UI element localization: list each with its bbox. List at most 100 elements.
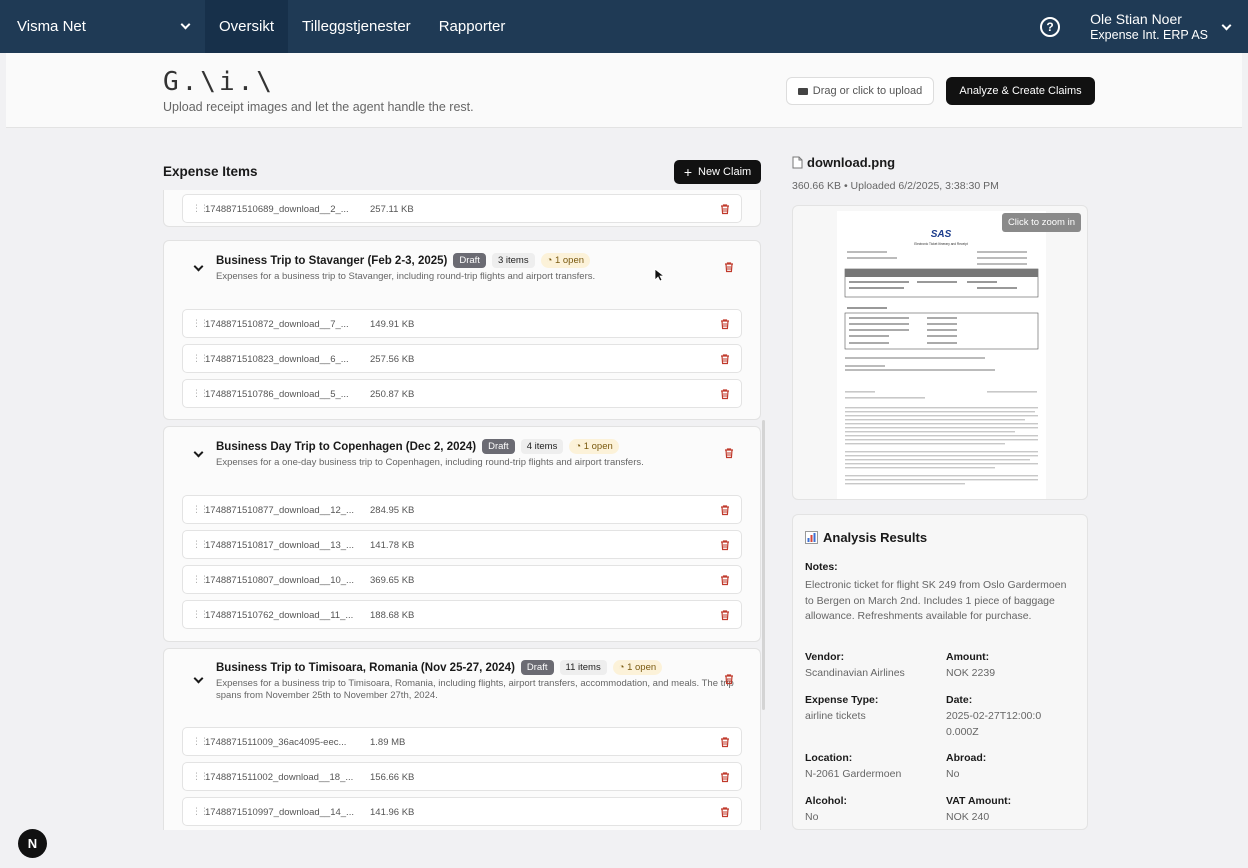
- open-count-badge: ◔ 1 open: [540, 253, 591, 268]
- trash-icon[interactable]: [719, 539, 731, 551]
- claim-title-row: Business Trip to Stavanger (Feb 2-3, 202…: [216, 253, 591, 268]
- file-row[interactable]: ⋮⋮ 1748871510786_download__5_... 250.87 …: [182, 379, 742, 408]
- chevron-down-icon[interactable]: [1221, 20, 1232, 31]
- status-badge: Draft: [453, 253, 486, 268]
- trash-icon[interactable]: [719, 318, 731, 330]
- company-switcher[interactable]: Visma Net: [0, 0, 205, 53]
- file-size: 369.65 KB: [370, 575, 415, 586]
- scrollbar[interactable]: [762, 420, 765, 710]
- file-row[interactable]: ⋮⋮ 1748871510817_download__13_... 141.78…: [182, 530, 742, 559]
- file-row[interactable]: ⋮⋮ 1748871511002_download__18_... 156.66…: [182, 762, 742, 791]
- open-count: 1 open: [554, 255, 585, 266]
- ungrouped-files: ⋮⋮ 1748871510689_download__2_... 257.11 …: [163, 190, 761, 227]
- analyze-button[interactable]: Analyze & Create Claims: [946, 77, 1095, 105]
- location-label: Location:: [805, 752, 853, 764]
- file-row[interactable]: ⋮⋮ 1748871510877_download__12_... 284.95…: [182, 495, 742, 524]
- date-value: 2025-02-27T12:00:00.000Z: [946, 710, 1042, 738]
- abroad-value: No: [946, 768, 960, 780]
- file-name: 1748871510877_download__12_...: [205, 505, 354, 516]
- chevron-down-icon: [180, 19, 191, 30]
- notes-text: Electronic ticket for flight SK 249 from…: [805, 579, 1067, 622]
- amount-value: NOK 2239: [946, 667, 996, 679]
- alcohol-label: Alcohol:: [805, 795, 847, 807]
- new-claim-button[interactable]: + New Claim: [674, 160, 761, 184]
- claim-title-row: Business Trip to Timisoara, Romania (Nov…: [216, 660, 663, 675]
- zoom-hint[interactable]: Click to zoom in: [1001, 213, 1081, 232]
- file-size: 141.78 KB: [370, 540, 415, 551]
- upload-button[interactable]: Drag or click to upload: [786, 77, 934, 105]
- nextjs-badge[interactable]: N: [18, 829, 47, 858]
- trash-icon[interactable]: [719, 504, 731, 516]
- brand-label: Visma Net: [17, 18, 86, 35]
- items-count-badge: 4 items: [520, 439, 564, 454]
- file-size: 284.95 KB: [370, 505, 415, 516]
- receipt-image[interactable]: SAS Electronic Ticket Itinerary and Rece…: [837, 211, 1046, 499]
- file-size: 188.68 KB: [370, 610, 415, 621]
- trash-icon[interactable]: [719, 806, 731, 818]
- chevron-down-icon[interactable]: [193, 673, 204, 684]
- claim-group-header[interactable]: Business Day Trip to Copenhagen (Dec 2, …: [164, 427, 760, 479]
- vat-label: VAT Amount:: [946, 795, 1012, 807]
- top-nav: Visma Net Oversikt Tilleggstjenester Rap…: [0, 0, 1248, 53]
- file-row[interactable]: ⋮⋮ 1748871510762_download__11_... 188.68…: [182, 600, 742, 629]
- file-row[interactable]: ⋮⋮ 1748871510997_download__14_... 141.96…: [182, 797, 742, 826]
- trash-icon[interactable]: [719, 203, 731, 215]
- file-row[interactable]: ⋮⋮ 1748871510689_download__2_... 257.11 …: [182, 194, 742, 223]
- tagline: Upload receipt images and let the agent …: [163, 100, 474, 114]
- tab-oversikt[interactable]: Oversikt: [205, 0, 289, 53]
- file-name: 1748871510997_download__14_...: [205, 807, 354, 818]
- preview-file-meta: 360.66 KB • Uploaded 6/2/2025, 3:38:30 P…: [792, 180, 999, 192]
- vat-value: NOK 240: [946, 811, 990, 823]
- receipt-drawing: SAS Electronic Ticket Itinerary and Rece…: [844, 229, 1039, 485]
- file-name: 1748871510786_download__5_...: [205, 389, 349, 400]
- analysis-results: Analysis Results Notes: Electronic ticke…: [792, 514, 1088, 830]
- file-row[interactable]: ⋮⋮ 1748871510823_download__6_... 257.56 …: [182, 344, 742, 373]
- user-name: Ole Stian Noer: [1090, 10, 1182, 27]
- vendor-value: Scandinavian Airlines: [805, 667, 905, 679]
- file-size: 141.96 KB: [370, 807, 415, 818]
- receipt-heading: Electronic Ticket Itinerary and Receipt: [914, 242, 968, 246]
- amount-label: Amount:: [946, 651, 990, 663]
- tab-tilleggstjenester[interactable]: Tilleggstjenester: [288, 0, 425, 53]
- trash-icon[interactable]: [723, 447, 735, 459]
- new-claim-label: New Claim: [698, 166, 752, 178]
- trash-icon[interactable]: [719, 388, 731, 400]
- trash-icon[interactable]: [723, 673, 735, 685]
- claim-group-header[interactable]: Business Trip to Timisoara, Romania (Nov…: [164, 649, 760, 711]
- file-size: 149.91 KB: [370, 319, 415, 330]
- claim-group-header[interactable]: Business Trip to Stavanger (Feb 2-3, 202…: [164, 241, 760, 293]
- expense-list[interactable]: ⋮⋮ 1748871510689_download__2_... 257.11 …: [163, 190, 763, 830]
- file-name: 1748871510817_download__13_...: [205, 540, 354, 551]
- user-menu[interactable]: Ole Stian Noer Expense Int. ERP AS: [1090, 11, 1208, 43]
- items-count-badge: 11 items: [559, 660, 607, 675]
- expense-type-label: Expense Type:: [805, 694, 879, 706]
- trash-icon[interactable]: [719, 736, 731, 748]
- file-row[interactable]: ⋮⋮ 1748871510872_download__7_... 149.91 …: [182, 309, 742, 338]
- claim-title: Business Trip to Stavanger (Feb 2-3, 202…: [216, 254, 448, 267]
- receipt-preview[interactable]: SAS Electronic Ticket Itinerary and Rece…: [792, 205, 1088, 500]
- abroad-label: Abroad:: [946, 752, 987, 764]
- user-org: Expense Int. ERP AS: [1090, 27, 1208, 42]
- file-row[interactable]: ⋮⋮ 1748871510807_download__10_... 369.65…: [182, 565, 742, 594]
- trash-icon[interactable]: [719, 609, 731, 621]
- receipt-logo: SAS: [931, 229, 952, 240]
- trash-icon[interactable]: [719, 574, 731, 586]
- open-count-badge: ◔ 1 open: [612, 660, 663, 675]
- app-logo: G.\i.\: [163, 67, 275, 97]
- file-size: 250.87 KB: [370, 389, 415, 400]
- trash-icon[interactable]: [719, 353, 731, 365]
- claim-title-row: Business Day Trip to Copenhagen (Dec 2, …: [216, 439, 619, 454]
- date-label: Date:: [946, 694, 973, 706]
- analysis-title: Analysis Results: [823, 530, 928, 545]
- status-badge: Draft: [482, 439, 515, 454]
- help-icon[interactable]: ?: [1040, 16, 1061, 37]
- file-name: 1748871510823_download__6_...: [205, 354, 349, 365]
- trash-icon[interactable]: [723, 261, 735, 273]
- tab-rapporter[interactable]: Rapporter: [425, 0, 520, 53]
- chevron-down-icon[interactable]: [193, 261, 204, 272]
- analysis-title-row: Analysis Results: [805, 530, 927, 545]
- app-header: G.\i.\ Upload receipt images and let the…: [6, 53, 1242, 128]
- chevron-down-icon[interactable]: [193, 447, 204, 458]
- file-row[interactable]: ⋮⋮ 1748871511009_36ac4095-eec... 1.89 MB: [182, 727, 742, 756]
- trash-icon[interactable]: [719, 771, 731, 783]
